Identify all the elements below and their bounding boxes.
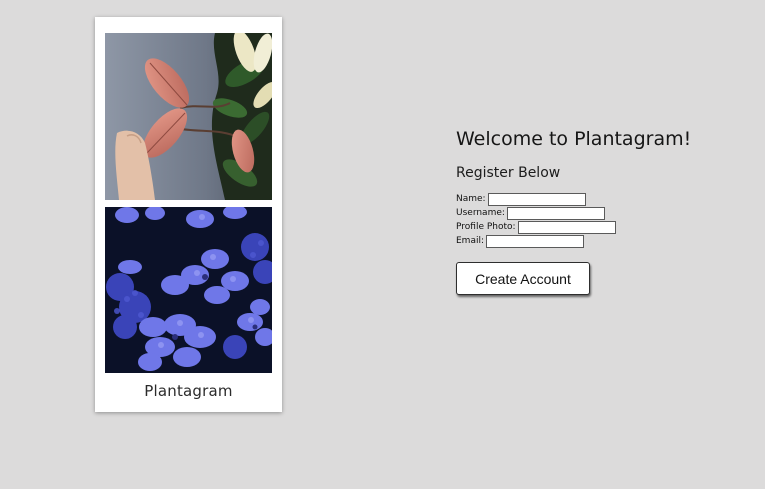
registration-form: Name: Username: Profile Photo: Email:: [456, 192, 756, 248]
username-input[interactable]: [506, 206, 605, 220]
page-title: Welcome to Plantagram!: [456, 128, 692, 150]
create-account-button[interactable]: Create Account: [456, 262, 590, 295]
registration-section: Welcome to Plantagram! Register Below Na…: [456, 127, 756, 295]
plant-photo-pink-leaves: [105, 33, 272, 200]
name-input[interactable]: [487, 192, 586, 206]
name-field-row: Name:: [456, 192, 756, 206]
hydrangea-photo-blue-flowers: [105, 207, 272, 373]
email-input[interactable]: [486, 234, 585, 248]
profile-photo-label: Profile Photo:: [456, 221, 516, 232]
card-caption: Plantagram: [144, 382, 233, 400]
profile-photo-input[interactable]: [517, 220, 616, 234]
profile-photo-field-row: Profile Photo:: [456, 220, 756, 234]
email-label: Email:: [456, 235, 485, 246]
username-label: Username:: [456, 207, 505, 218]
name-label: Name:: [456, 193, 486, 204]
form-subtitle: Register Below: [456, 165, 561, 181]
photo-card: Plantagram: [95, 17, 282, 412]
username-field-row: Username:: [456, 206, 756, 220]
email-field-row: Email:: [456, 234, 756, 248]
